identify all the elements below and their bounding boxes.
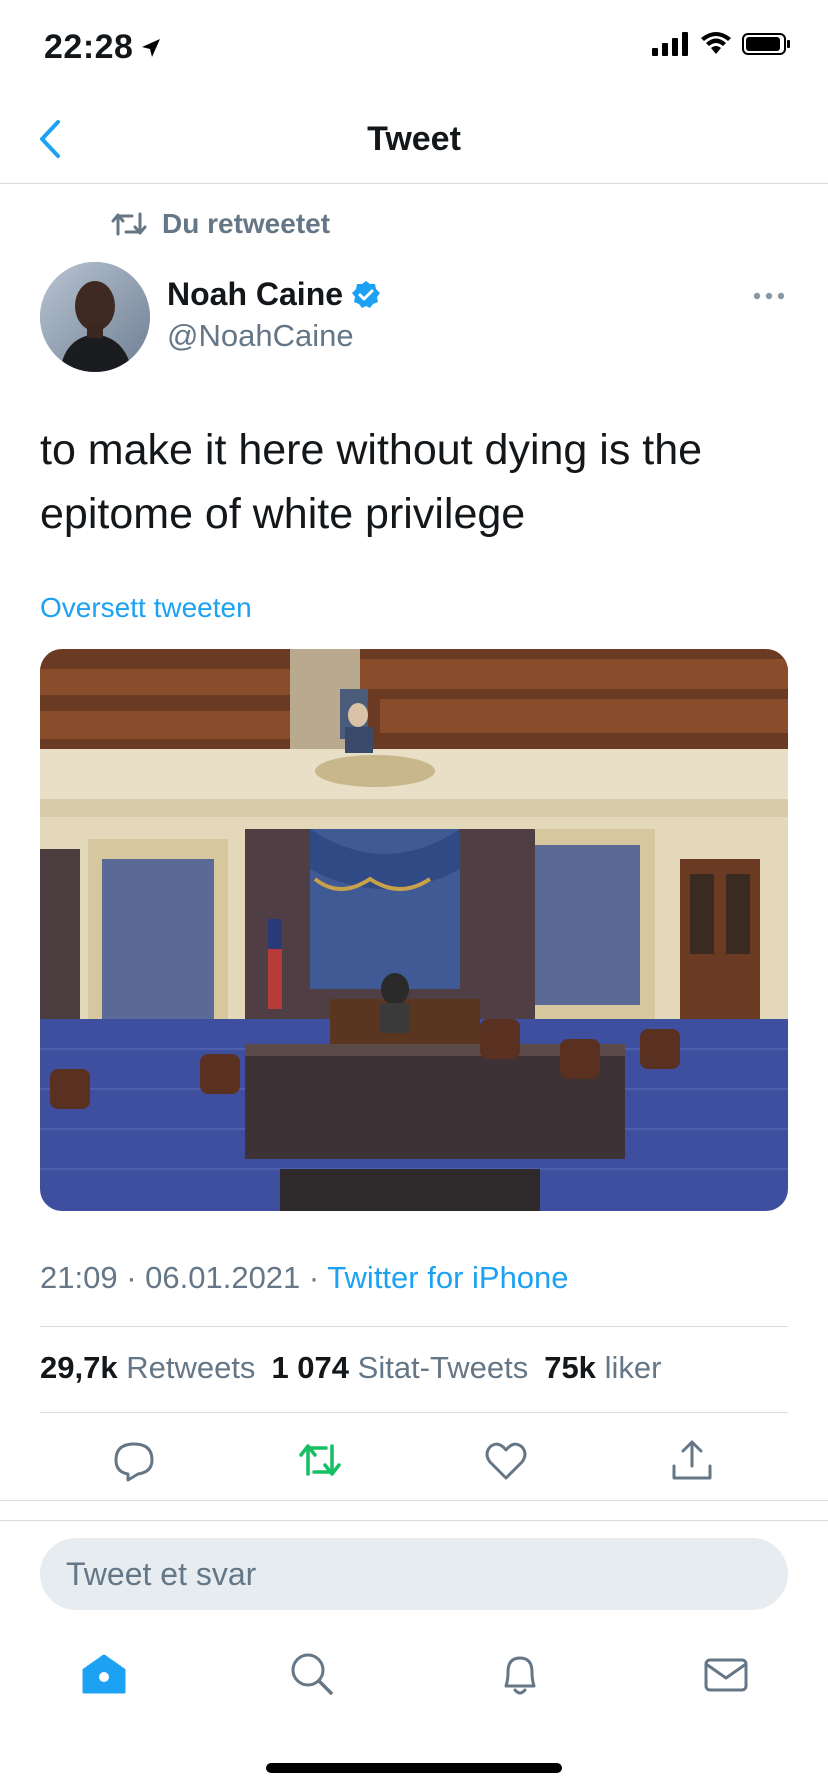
avatar[interactable] (40, 262, 150, 372)
tweet-actions (0, 1436, 828, 1492)
more-icon[interactable] (752, 290, 786, 302)
reply-input[interactable]: Tweet et svar (40, 1538, 788, 1610)
actions-divider (0, 1500, 828, 1501)
retweet-notice[interactable]: Du retweetet (110, 208, 330, 240)
tweet-stats: 29,7k Retweets 1 074 Sitat-Tweets 75k li… (40, 1350, 661, 1386)
quotes-count: 1 074 (271, 1350, 350, 1385)
page-title: Tweet (367, 120, 461, 158)
tweet-time: 21:09 (40, 1260, 118, 1295)
author-name-text: Noah Caine (167, 276, 344, 312)
reply-placeholder: Tweet et svar (66, 1556, 257, 1592)
tweet-text: to make it here without dying is the epi… (40, 426, 703, 538)
verified-badge-icon (352, 280, 381, 308)
translate-link[interactable]: Oversett tweeten (40, 592, 252, 624)
retweet-action-icon[interactable] (296, 1436, 344, 1484)
wifi-icon (701, 32, 731, 54)
like-icon[interactable] (482, 1436, 530, 1484)
retweet-notice-label: Du retweetet (162, 208, 331, 239)
home-icon[interactable] (80, 1650, 128, 1698)
quotes-label: Sitat-Tweets (357, 1350, 529, 1385)
home-indicator (266, 1763, 562, 1773)
location-arrow-icon (142, 38, 161, 57)
quotes-stat[interactable]: 1 074 Sitat-Tweets (271, 1350, 528, 1386)
tweet-date: 06.01.2021 (145, 1260, 301, 1295)
status-indicators (652, 32, 792, 56)
meta-divider (40, 1326, 788, 1327)
tweet-media-image[interactable] (40, 649, 788, 1211)
tweet-meta: 21:09 · 06.01.2021 · Twitter for iPhone (40, 1260, 569, 1295)
messages-icon[interactable] (702, 1650, 750, 1698)
battery-icon (742, 33, 790, 55)
retweets-count: 29,7k (40, 1350, 118, 1385)
likes-stat[interactable]: 75k liker (544, 1350, 661, 1386)
notifications-icon[interactable] (496, 1650, 544, 1698)
search-icon[interactable] (288, 1650, 336, 1698)
share-icon[interactable] (668, 1436, 716, 1484)
author-handle[interactable]: @NoahCaine (167, 318, 354, 354)
status-time: 22:28 (44, 28, 163, 67)
tab-bar (0, 1650, 828, 1710)
retweet-icon (111, 212, 147, 236)
nav-divider (0, 183, 828, 184)
senate-chamber-photo (40, 649, 788, 1211)
retweets-stat[interactable]: 29,7k Retweets (40, 1350, 255, 1386)
likes-count: 75k (544, 1350, 596, 1385)
status-time-text: 22:28 (44, 28, 134, 66)
author-name[interactable]: Noah Caine (167, 276, 381, 313)
retweets-label: Retweets (126, 1350, 256, 1385)
tweet-source-link[interactable]: Twitter for iPhone (327, 1260, 568, 1295)
signal-icon (652, 32, 688, 56)
stats-divider (40, 1412, 788, 1413)
likes-label: liker (604, 1350, 662, 1385)
reply-bar-divider (0, 1520, 828, 1521)
reply-icon[interactable] (110, 1436, 158, 1484)
